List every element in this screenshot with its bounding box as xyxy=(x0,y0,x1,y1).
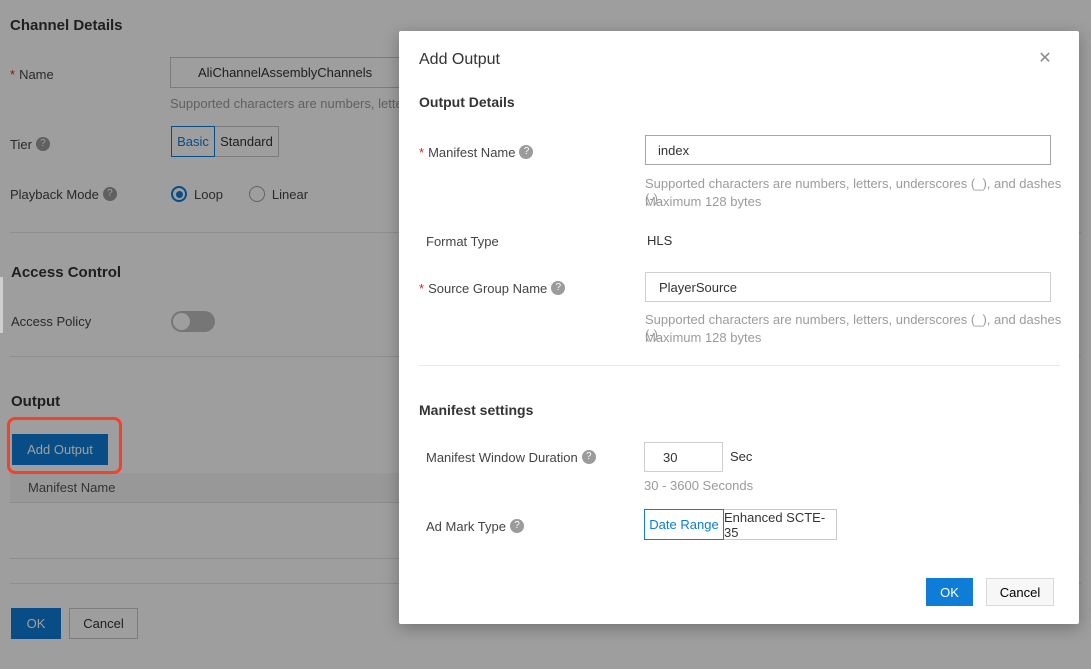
modal-title: Add Output xyxy=(419,51,500,69)
manifest-name-help-icon[interactable]: ? xyxy=(519,145,533,159)
ad-mark-type-help-icon[interactable]: ? xyxy=(510,519,524,533)
format-type-label: Format Type xyxy=(426,234,499,249)
source-group-help-2: Maximum 128 bytes xyxy=(645,330,761,345)
annotation-highlight xyxy=(7,417,122,474)
modal-section-divider xyxy=(419,365,1060,366)
add-output-modal: Add Output ✕ Output Details * Manifest N… xyxy=(399,31,1079,624)
screen: Channel Details * Name Supported charact… xyxy=(0,0,1091,669)
window-duration-label-row: Manifest Window Duration ? xyxy=(419,449,596,465)
window-duration-hint: 30 - 3600 Seconds xyxy=(644,478,753,493)
window-duration-label: Manifest Window Duration xyxy=(426,450,578,465)
close-icon[interactable]: ✕ xyxy=(1033,46,1057,70)
required-marker: * xyxy=(419,145,424,160)
source-group-name-label: Source Group Name xyxy=(428,281,547,296)
required-marker: * xyxy=(419,281,424,296)
format-type-value: HLS xyxy=(647,233,672,248)
source-group-name-input[interactable] xyxy=(645,272,1051,302)
format-type-label-row: Format Type xyxy=(419,233,499,249)
manifest-settings-heading: Manifest settings xyxy=(419,402,533,418)
ad-mark-type-label-row: Ad Mark Type ? xyxy=(419,518,524,534)
manifest-name-help-2: Maximum 128 bytes xyxy=(645,194,761,209)
output-details-heading: Output Details xyxy=(419,94,515,110)
window-duration-input[interactable] xyxy=(644,442,723,472)
ad-mark-type-label: Ad Mark Type xyxy=(426,519,506,534)
ad-mark-type-segmented-control: Date Range Enhanced SCTE-35 xyxy=(644,509,837,540)
manifest-name-input[interactable] xyxy=(645,135,1051,165)
source-group-name-help-icon[interactable]: ? xyxy=(551,281,565,295)
ad-mark-option-enhanced-scte35[interactable]: Enhanced SCTE-35 xyxy=(723,509,837,540)
ad-mark-option-date-range[interactable]: Date Range xyxy=(644,509,724,540)
modal-ok-button[interactable]: OK xyxy=(926,578,973,606)
source-group-name-label-row: * Source Group Name ? xyxy=(419,280,565,296)
manifest-name-label: Manifest Name xyxy=(428,145,515,160)
manifest-name-label-row: * Manifest Name ? xyxy=(419,144,533,160)
modal-cancel-button[interactable]: Cancel xyxy=(986,578,1054,606)
window-duration-unit: Sec xyxy=(730,449,752,464)
window-duration-help-icon[interactable]: ? xyxy=(582,450,596,464)
page-edge-strip xyxy=(0,277,3,333)
